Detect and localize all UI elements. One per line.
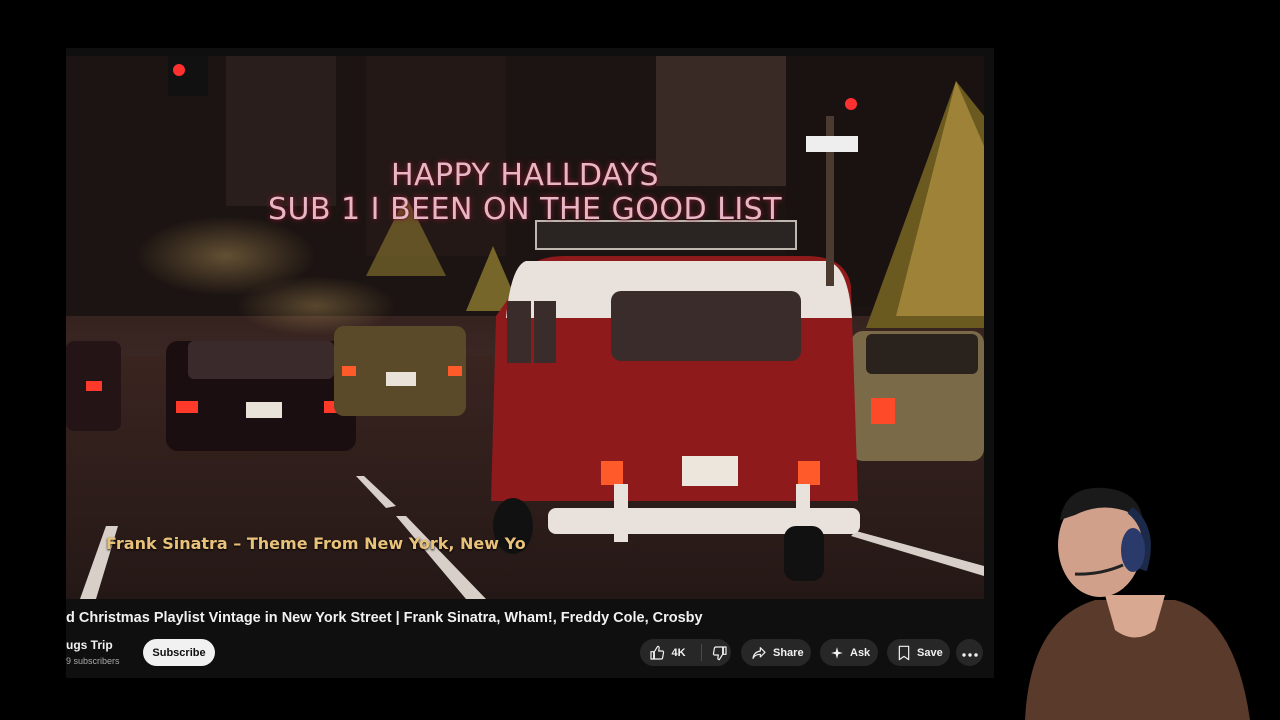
song-caption: Frank Sinatra – Theme From New York, New…	[106, 534, 526, 553]
like-dislike-group: 4K	[640, 639, 731, 666]
like-button[interactable]: 4K	[640, 639, 695, 666]
share-arrow-icon	[751, 645, 767, 661]
thumbs-down-icon	[712, 645, 728, 661]
webcam-overlay	[1005, 470, 1280, 720]
video-title: d Christmas Playlist Vintage in New York…	[66, 610, 703, 626]
video-player[interactable]: HAPPY HALLDAYS SUB 1 I BEEN ON THE GOOD …	[66, 56, 984, 599]
streamer-webcam-image	[1005, 470, 1280, 720]
subscriber-count: 9 subscribers	[66, 656, 120, 666]
overlay-text-line1: HAPPY HALLDAYS	[390, 158, 660, 193]
video-frame-street-scene	[66, 56, 984, 599]
like-divider	[701, 644, 702, 661]
share-label: Share	[773, 646, 804, 659]
channel-name[interactable]: ugs Trip	[66, 638, 113, 652]
save-label: Save	[917, 646, 943, 659]
dislike-button[interactable]	[708, 639, 731, 666]
more-actions-button[interactable]	[956, 639, 983, 666]
save-button[interactable]: Save	[887, 639, 950, 666]
ask-label: Ask	[850, 646, 871, 659]
share-button[interactable]: Share	[741, 639, 811, 666]
overlay-text-line2: SUB 1 I BEEN ON THE GOOD LIST	[267, 192, 783, 227]
subscribe-button[interactable]: Subscribe	[143, 639, 215, 666]
bookmark-icon	[897, 645, 911, 661]
like-count: 4K	[671, 646, 686, 659]
thumbs-up-icon	[649, 645, 665, 661]
sparkle-icon	[830, 646, 844, 660]
ask-button[interactable]: Ask	[820, 639, 878, 666]
more-horizontal-icon	[961, 644, 978, 662]
